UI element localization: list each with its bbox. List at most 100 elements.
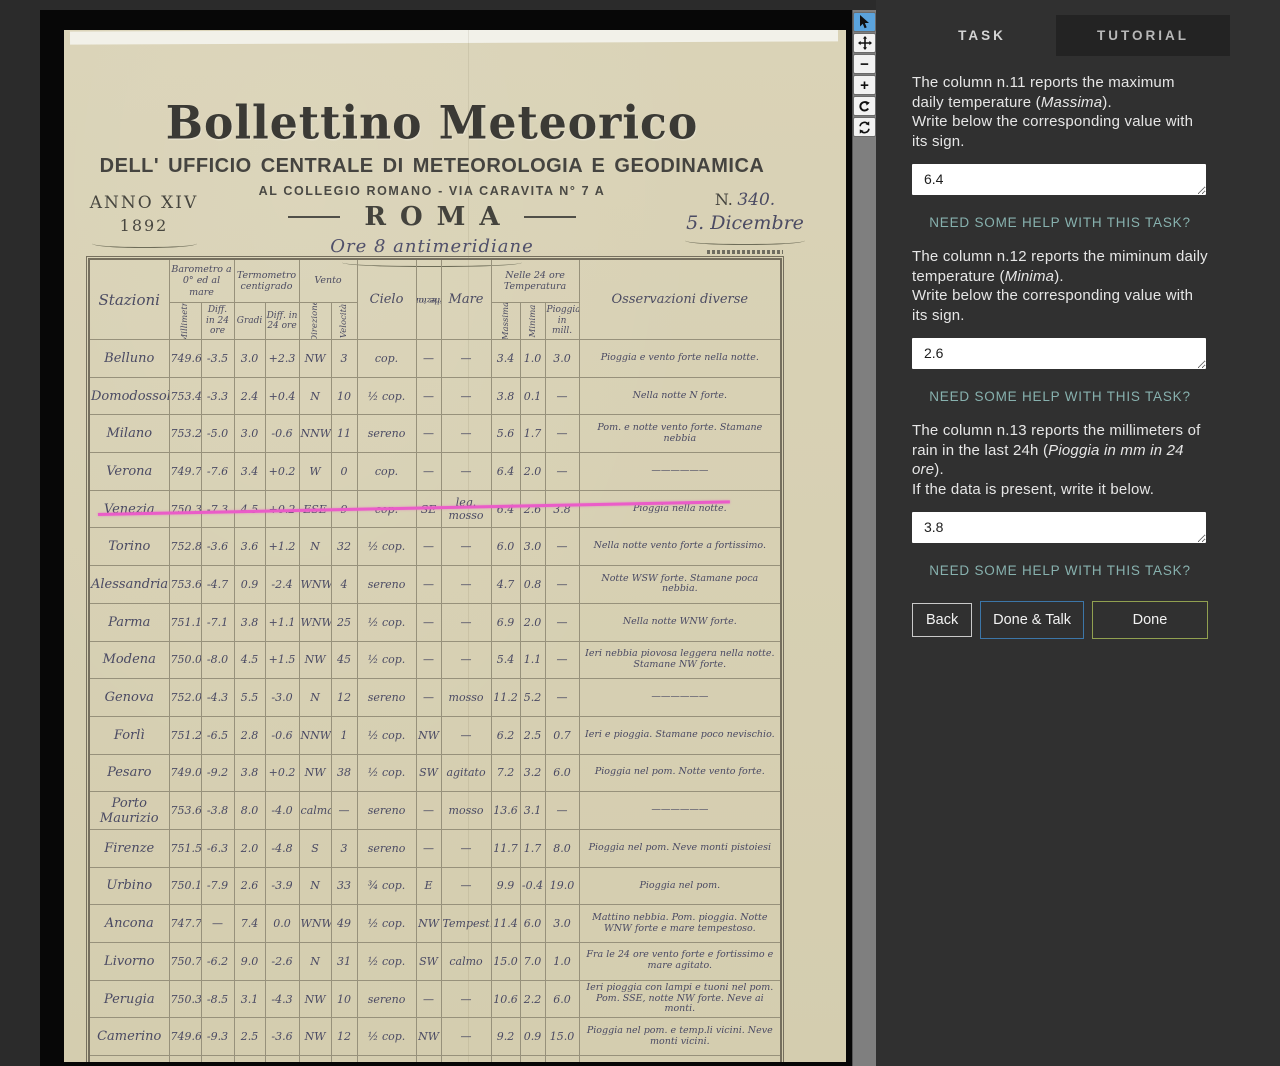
flourish-anno (91, 238, 197, 248)
pan-tool-button[interactable] (853, 33, 876, 53)
table-cell: Domodossola (88, 376, 170, 416)
table-cell: S (298, 828, 332, 868)
table-row: Domodossola753.4-3.32.4+0.4N10½ cop.——3.… (88, 376, 782, 416)
table-cell: — (415, 640, 442, 680)
table-cell: 5.5 (233, 678, 266, 717)
table-cell: 16.5 (490, 1055, 521, 1062)
table-cell: 749.7 (168, 452, 202, 491)
table-row: Genova 752.0 -4.3 5.5 -3.0 N 12 sereno — mosso 11.… (88, 678, 782, 717)
table-row: Pesaro 749.0 -9.2 3.8 +0.2 NW 38 ½ cop. SW agitat… (88, 753, 782, 793)
table-cell: -2.4 (264, 565, 300, 604)
table-row: Perugia 750.3 -8.5 3.1 -4.3 NW 10 sereno — —10.6 2… (88, 979, 782, 1019)
table-cell: Pioggia e vento forte nella notte. (578, 339, 782, 378)
table-cell: Pioggia nel pom. (578, 866, 782, 906)
table-cell: Portoferraio (88, 1055, 170, 1062)
table-cell: 1 (330, 715, 358, 755)
table-cell: 753.4 (168, 376, 202, 416)
table-cell: 3 (330, 828, 358, 868)
table-cell: +0.4 (264, 376, 300, 416)
done-button[interactable]: Done (1091, 601, 1208, 639)
table-row: Camerino 749.6 -9.3 2.5 -3.6 NW 12 ½ cop. NW —9.2… (88, 1017, 782, 1057)
table-cell: +1.1 (264, 602, 300, 642)
table-cell: Ancona (88, 904, 170, 943)
table-cell: 33 (330, 866, 358, 906)
col-header-diff-baro: Diff. in 24 ore (200, 302, 235, 340)
table-cell: 4.5 (233, 640, 266, 680)
table-cell: 5.2 (519, 678, 546, 717)
document-year: 1892 (119, 216, 169, 235)
table-cell: Modena (88, 640, 170, 680)
task-instruction-massima: The column n.11 reports the maximum dail… (912, 73, 1208, 151)
tab-tutorial[interactable]: TUTORIAL (1056, 15, 1230, 56)
issue-number-value: 340. (737, 190, 776, 210)
back-button[interactable]: Back (912, 603, 973, 637)
table-cell: -3.6 (264, 1017, 300, 1057)
table-cell: 7.2 (490, 753, 521, 793)
table-row: Alessandria 753.6 -4.7 0.9 -2.4 WNW 4 sereno — —4… (88, 565, 782, 604)
table-cell: 3.0 (519, 527, 546, 567)
table-row: Livorno 750.7 -6.2 9.0 -2.6 N 31 ½ cop. SW calmo 1… (88, 942, 782, 981)
table-cell: sereno (356, 979, 417, 1019)
table-cell: SW (415, 753, 442, 793)
zoom-in-icon: + (860, 76, 869, 94)
col-header-stazioni: Stazioni (88, 258, 170, 340)
refresh-icon-button[interactable] (853, 117, 876, 137)
table-cell: — (440, 565, 492, 604)
document-anno: ANNO XIV (89, 193, 199, 213)
table-cell: — (544, 791, 580, 830)
help-link-minima[interactable]: NEED SOME HELP WITH THIS TASK? (912, 389, 1208, 404)
table-cell: Pesaro (88, 753, 170, 793)
table-cell: Nella notte N forte. (578, 376, 782, 416)
rotate-button[interactable] (853, 96, 876, 116)
table-cell: +2.3 (264, 339, 300, 378)
answer-input-massima[interactable]: 6.4 (912, 164, 1206, 195)
help-link-massima[interactable]: NEED SOME HELP WITH THIS TASK? (912, 215, 1208, 230)
answer-input-minima[interactable]: 2.6 (912, 338, 1206, 369)
table-cell: 3.1 (233, 979, 266, 1019)
viewer-scrollbar[interactable] (852, 10, 877, 1066)
table-cell: 749.6 (168, 339, 202, 378)
anno-block: ANNO XIV 1892 (84, 193, 204, 248)
table-cell: 3.8 (233, 753, 266, 793)
table-cell: — (440, 602, 492, 642)
table-cell: Perugia (88, 979, 170, 1019)
document-city: ROMA (364, 202, 514, 232)
zoom-out-button[interactable]: − (853, 54, 876, 74)
table-cell: — (544, 452, 580, 491)
cursor-tool-button[interactable] (853, 12, 876, 32)
cursor-icon (858, 15, 871, 29)
table-cell: -2.6 (264, 1055, 300, 1062)
table-cell: Ieri e pioggia. Stamane poco nevischio. (578, 715, 782, 755)
table-cell: 2.5 (233, 1017, 266, 1057)
task-panel: TASK TUTORIAL The column n.11 reports th… (876, 0, 1280, 1066)
table-cell: W (298, 452, 332, 491)
tab-task[interactable]: TASK (908, 15, 1056, 56)
table-cell: 19.0 (544, 866, 580, 906)
answer-input-pioggia[interactable]: 3.8 (912, 512, 1206, 543)
table-cell: Tempest.º (440, 904, 492, 943)
zoom-in-button[interactable]: + (853, 75, 876, 95)
instruction-line2: Write below the corresponding value with… (912, 287, 1194, 324)
table-cell: 11.7 (490, 828, 521, 868)
instruction-term: Minima (1004, 267, 1055, 285)
table-cell: WNW (415, 1055, 442, 1062)
table-cell: 9.0 (233, 942, 266, 981)
table-cell: 2.2 (519, 979, 546, 1019)
table-cell: — (440, 414, 492, 454)
document-viewer[interactable]: Bollettino Meteorico DELL' UFFICIO CENTR… (40, 10, 852, 1066)
table-cell: Pioggia WNW forte e neve nella notte. (578, 1055, 782, 1062)
help-link-pioggia[interactable]: NEED SOME HELP WITH THIS TASK? (912, 563, 1208, 578)
table-cell: — (415, 565, 442, 604)
table-cell: 8.0 (233, 791, 266, 830)
table-cell: -3.9 (264, 866, 300, 906)
col-group-barometro: Barometro a 0° ed al mare (168, 258, 235, 303)
table-cell: 6.0 (519, 904, 546, 943)
table-cell: — (544, 565, 580, 604)
table-cell: — (440, 715, 492, 755)
table-cell: 2.0 (519, 452, 546, 491)
table-row: Milano 753.2 -5.0 3.0 -0.6 NNW 11 sereno — —5.6 1.… (88, 414, 782, 454)
table-cell: 3.8 (490, 376, 521, 416)
table-cell: Camerino (88, 1017, 170, 1057)
table-cell: sereno (356, 791, 417, 830)
done-talk-button[interactable]: Done & Talk (980, 601, 1084, 639)
